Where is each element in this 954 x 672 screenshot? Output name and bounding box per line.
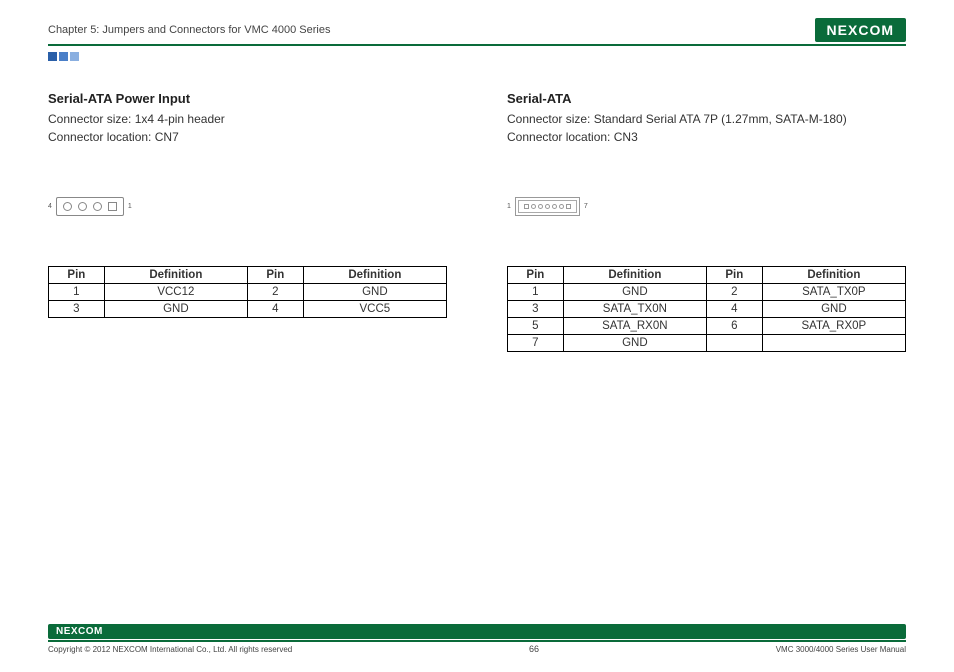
th-def: Definition — [762, 267, 905, 284]
cell-pin: 7 — [508, 335, 564, 352]
cell-pin: 3 — [508, 301, 564, 318]
th-def: Definition — [563, 267, 706, 284]
connector-size-line: Connector size: Standard Serial ATA 7P (… — [507, 110, 906, 128]
pin-icon — [108, 202, 117, 211]
th-pin: Pin — [49, 267, 105, 284]
brand-logo-bottom: NEXCOM — [48, 624, 906, 639]
page-footer: NEXCOM Copyright © 2012 NEXCOM Internati… — [48, 624, 906, 654]
th-pin: Pin — [247, 267, 303, 284]
cell-pin: 1 — [508, 284, 564, 301]
th-def: Definition — [303, 267, 446, 284]
pin-number-left: 1 — [507, 203, 511, 210]
cell-def: SATA_TX0N — [563, 301, 706, 318]
left-column: Serial-ATA Power Input Connector size: 1… — [48, 91, 447, 352]
square-icon — [59, 52, 68, 61]
pin-icon — [538, 204, 543, 209]
table-row: 3 SATA_TX0N 4 GND — [508, 301, 906, 318]
size-value: 1x4 4-pin header — [135, 112, 225, 126]
cell-def: SATA_RX0P — [762, 318, 905, 335]
th-def: Definition — [104, 267, 247, 284]
size-value: Standard Serial ATA 7P (1.27mm, SATA-M-1… — [594, 112, 847, 126]
pin-number-right: 1 — [128, 203, 132, 210]
cell-pin: 2 — [706, 284, 762, 301]
pin-number-right: 7 — [584, 203, 588, 210]
connector-outer — [515, 197, 580, 216]
size-label: Connector size: — [48, 112, 135, 126]
cell-pin: 4 — [247, 301, 303, 318]
main-content: Serial-ATA Power Input Connector size: 1… — [48, 91, 906, 352]
cell-def: GND — [563, 335, 706, 352]
cell-pin: 3 — [49, 301, 105, 318]
table-row: 7 GND — [508, 335, 906, 352]
pin-icon — [545, 204, 550, 209]
logo-text: NEXCOM — [827, 22, 894, 38]
connector-size-line: Connector size: 1x4 4-pin header — [48, 110, 447, 128]
pinout-table-left: Pin Definition Pin Definition 1 VCC12 2 … — [48, 266, 447, 318]
section-title-left: Serial-ATA Power Input — [48, 91, 447, 106]
connector-body-4pin — [56, 197, 124, 216]
square-icon — [48, 52, 57, 61]
cell-pin: 4 — [706, 301, 762, 318]
brand-logo-top: NEXCOM — [815, 18, 906, 42]
cell-pin: 2 — [247, 284, 303, 301]
cell-pin: 1 — [49, 284, 105, 301]
loc-label: Connector location: — [48, 130, 155, 144]
table-row: 1 VCC12 2 GND — [49, 284, 447, 301]
footer-divider — [48, 640, 906, 642]
loc-value: CN7 — [155, 130, 179, 144]
chapter-title: Chapter 5: Jumpers and Connectors for VM… — [48, 24, 330, 36]
connector-location-line: Connector location: CN3 — [507, 128, 906, 146]
pin-icon — [552, 204, 557, 209]
pinout-table-right: Pin Definition Pin Definition 1 GND 2 SA… — [507, 266, 906, 352]
cell-pin: 5 — [508, 318, 564, 335]
pin-icon — [559, 204, 564, 209]
cell-def: VCC5 — [303, 301, 446, 318]
connector-location-line: Connector location: CN7 — [48, 128, 447, 146]
logo-text: NEXCOM — [56, 626, 103, 637]
th-pin: Pin — [706, 267, 762, 284]
cell-def: GND — [762, 301, 905, 318]
table-row: 1 GND 2 SATA_TX0P — [508, 284, 906, 301]
footer-info-row: Copyright © 2012 NEXCOM International Co… — [48, 644, 906, 654]
section-title-right: Serial-ATA — [507, 91, 906, 106]
connector-body-7pin — [518, 200, 577, 213]
square-icon — [70, 52, 79, 61]
cell-def: SATA_TX0P — [762, 284, 905, 301]
loc-label: Connector location: — [507, 130, 614, 144]
pin-icon — [531, 204, 536, 209]
cell-def — [762, 335, 905, 352]
decorative-squares — [48, 52, 906, 61]
pin-number-left: 4 — [48, 203, 52, 210]
copyright-text: Copyright © 2012 NEXCOM International Co… — [48, 645, 292, 654]
pin-icon — [93, 202, 102, 211]
cell-def: SATA_RX0N — [563, 318, 706, 335]
loc-value: CN3 — [614, 130, 638, 144]
pin-icon — [524, 204, 529, 209]
cell-def: GND — [303, 284, 446, 301]
connector-diagram-7pin: 1 7 — [507, 186, 906, 226]
connector-diagram-4pin: 4 1 — [48, 186, 447, 226]
cell-def: VCC12 — [104, 284, 247, 301]
table-row: 3 GND 4 VCC5 — [49, 301, 447, 318]
right-column: Serial-ATA Connector size: Standard Seri… — [507, 91, 906, 352]
size-label: Connector size: — [507, 112, 594, 126]
pin-icon — [63, 202, 72, 211]
cell-pin: 6 — [706, 318, 762, 335]
cell-def: GND — [563, 284, 706, 301]
table-header-row: Pin Definition Pin Definition — [49, 267, 447, 284]
page-header: Chapter 5: Jumpers and Connectors for VM… — [48, 18, 906, 46]
th-pin: Pin — [508, 267, 564, 284]
page-number: 66 — [529, 644, 539, 654]
table-row: 5 SATA_RX0N 6 SATA_RX0P — [508, 318, 906, 335]
footer-left-block: NEXCOM — [48, 624, 906, 640]
pin-icon — [566, 204, 571, 209]
pin-icon — [78, 202, 87, 211]
cell-def: GND — [104, 301, 247, 318]
table-header-row: Pin Definition Pin Definition — [508, 267, 906, 284]
cell-pin — [706, 335, 762, 352]
manual-title: VMC 3000/4000 Series User Manual — [776, 645, 906, 654]
